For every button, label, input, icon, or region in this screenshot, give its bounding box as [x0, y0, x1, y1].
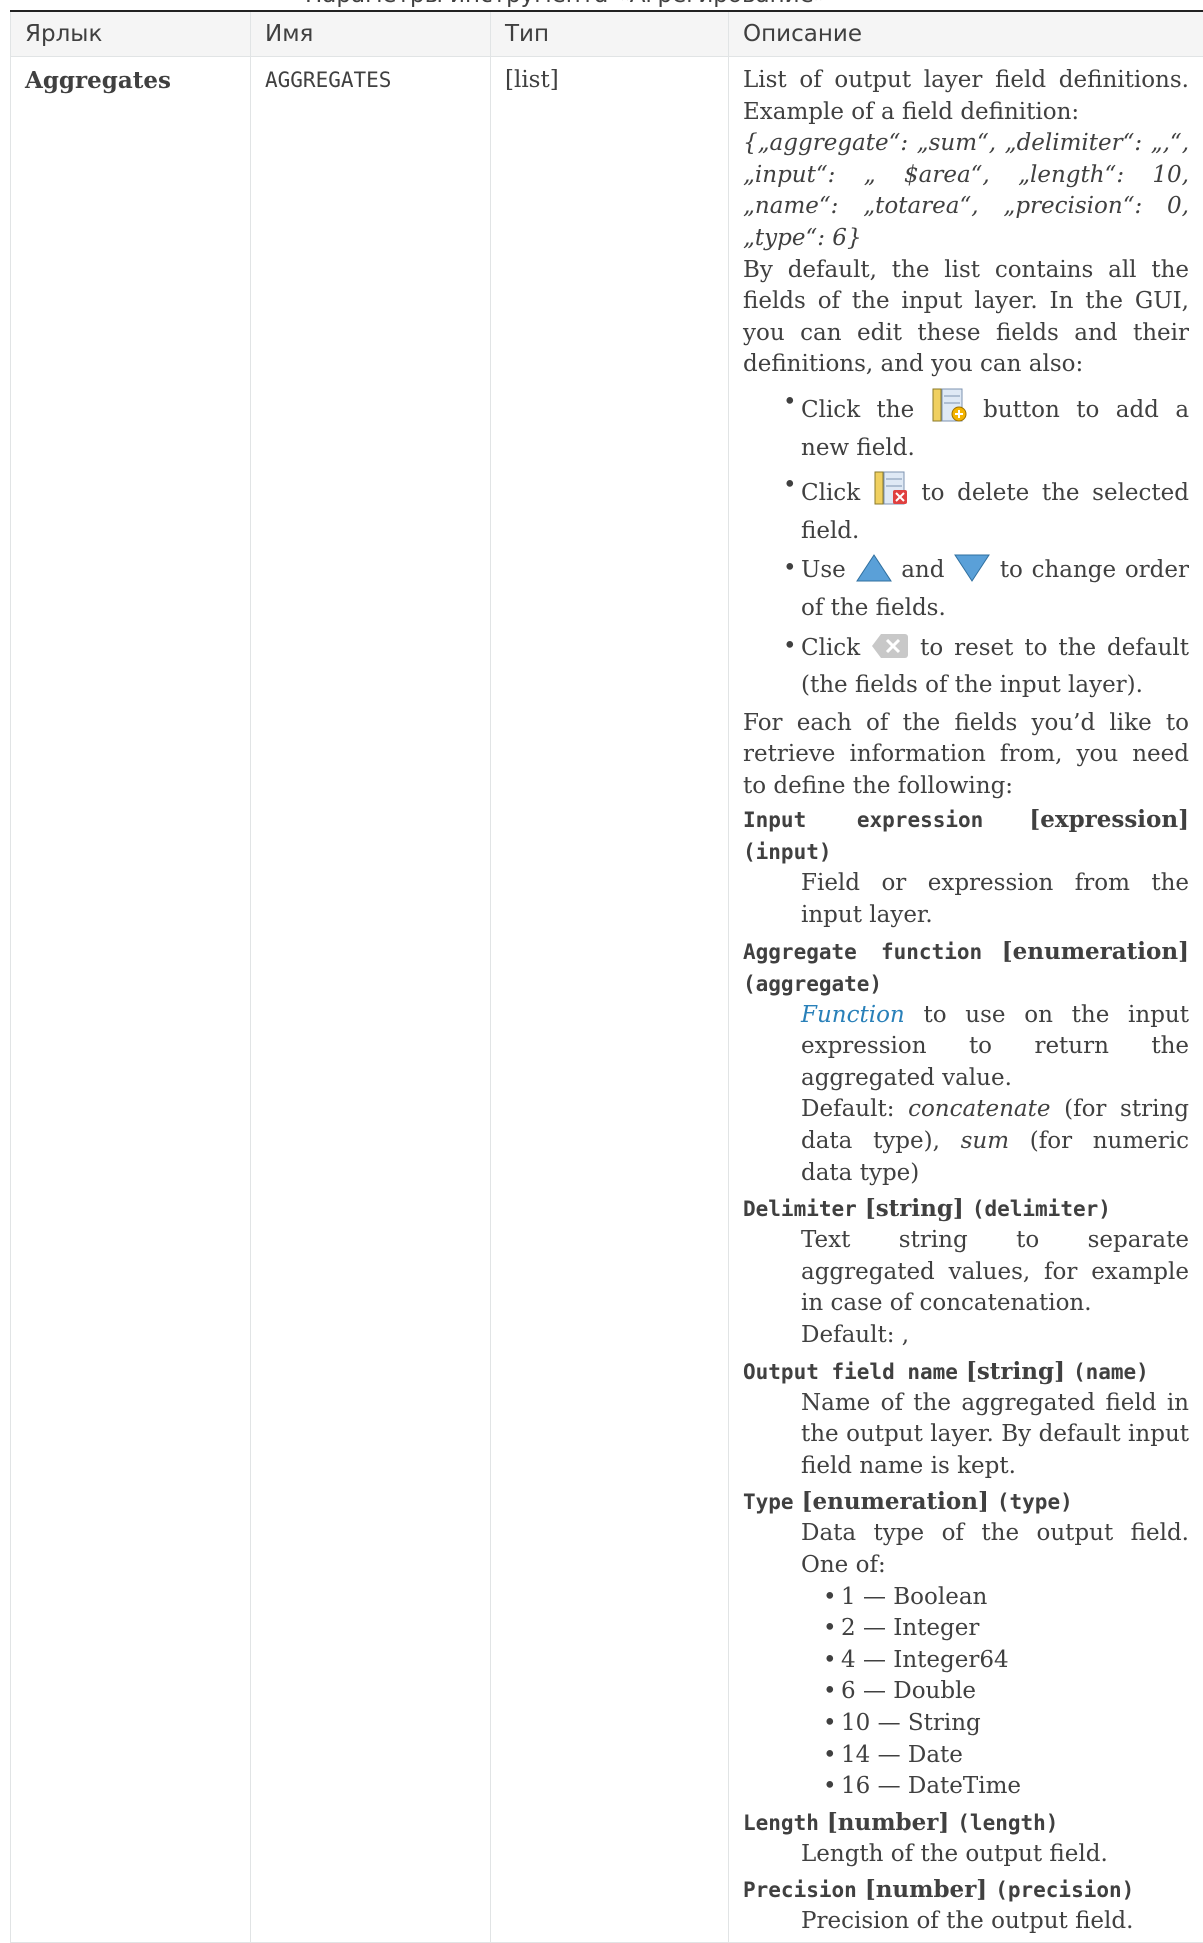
list-item: 10 — String — [841, 1708, 1189, 1740]
list-item: 16 — DateTime — [841, 1771, 1189, 1803]
delete-field-icon — [873, 470, 909, 516]
def-text: sum — [961, 1128, 1009, 1154]
term-type: [string] — [966, 1358, 1065, 1385]
def-text: Default: — [801, 1096, 894, 1122]
clear-icon — [871, 631, 909, 671]
parameters-table: Ярлык Имя Тип Описание Aggregates AGGREG… — [10, 10, 1203, 1943]
item-text: Use — [801, 557, 846, 583]
header-description: Описание — [729, 11, 1203, 57]
field-definitions: Input expression [expression] (input) Fi… — [743, 804, 1189, 1937]
item-text: to reset to the default (the fields of t… — [801, 635, 1189, 699]
list-item: Click to reset to the default (the field… — [801, 631, 1189, 702]
term-type: [expression] — [1029, 806, 1189, 833]
list-item: 4 — Integer64 — [841, 1645, 1189, 1677]
table-header-row: Ярлык Имя Тип Описание — [11, 11, 1203, 57]
def-term-input: Input expression [expression] (input) — [743, 804, 1189, 868]
table-caption: Параметры инструмента «Агрегирование» — [0, 0, 1203, 10]
table-caption-text: Параметры инструмента «Агрегирование» — [305, 0, 828, 8]
type-options-list: 1 — Boolean 2 — Integer 4 — Integer64 6 … — [801, 1582, 1189, 1803]
term-name: Length — [743, 1811, 819, 1835]
def-desc-delimiter: Text string to separate aggregated value… — [801, 1225, 1189, 1351]
def-desc-input: Field or expression from the input layer… — [801, 868, 1189, 931]
list-item: Click to delete the selected field. — [801, 470, 1189, 547]
desc-example: {„aggregate“: „sum“, „delimiter“: „,“, „… — [743, 128, 1189, 254]
def-desc-type: Data type of the output field. One of: 1… — [801, 1518, 1189, 1802]
def-desc-precision: Precision of the output field. — [801, 1906, 1189, 1938]
add-field-icon — [931, 387, 967, 433]
desc-intro: List of output layer field definitions. … — [743, 65, 1189, 128]
list-item: 14 — Date — [841, 1740, 1189, 1772]
list-item: 1 — Boolean — [841, 1582, 1189, 1614]
def-term-delimiter: Delimiter [string] (delimiter) — [743, 1193, 1189, 1225]
def-text: Data type of the output field. One of: — [801, 1520, 1189, 1578]
item-text: Click the — [801, 397, 914, 423]
term-name: Output field name — [743, 1360, 958, 1384]
term-key: (input) — [743, 840, 832, 864]
item-text: Click — [801, 480, 860, 506]
term-type: [number] — [865, 1876, 987, 1903]
term-key: (aggregate) — [743, 972, 882, 996]
desc-following: For each of the fields you’d like to ret… — [743, 708, 1189, 803]
item-text: to delete the selected field. — [801, 480, 1189, 544]
term-type: [string] — [865, 1195, 964, 1222]
def-text: Default: , — [801, 1322, 909, 1348]
list-item: 2 — Integer — [841, 1613, 1189, 1645]
def-term-name: Output field name [string] (name) — [743, 1356, 1189, 1388]
def-term-type: Type [enumeration] (type) — [743, 1486, 1189, 1518]
def-desc-name: Name of the aggregated field in the outp… — [801, 1388, 1189, 1483]
list-item: 6 — Double — [841, 1676, 1189, 1708]
list-item: Click the button to add a new field. — [801, 387, 1189, 464]
param-description: List of output layer field definitions. … — [743, 65, 1189, 1938]
term-type: [enumeration] — [1002, 938, 1189, 965]
term-type: [number] — [827, 1809, 949, 1836]
param-label: Aggregates — [25, 65, 236, 96]
term-key: (name) — [1073, 1360, 1149, 1384]
gui-actions-list: Click the button to add a new field. Cli… — [743, 387, 1189, 702]
item-text: Click — [801, 635, 860, 661]
term-name: Aggregate function — [743, 940, 982, 964]
param-name: AGGREGATES — [265, 65, 476, 96]
def-desc-aggregate: Function to use on the input expression … — [801, 1000, 1189, 1190]
def-term-aggregate: Aggregate function [enumeration] (aggreg… — [743, 936, 1189, 1000]
def-text: concatenate — [908, 1096, 1050, 1122]
arrow-up-icon — [855, 553, 893, 593]
header-label: Ярлык — [11, 11, 251, 57]
def-desc-length: Length of the output field. — [801, 1839, 1189, 1871]
header-name: Имя — [251, 11, 491, 57]
term-key: (length) — [957, 1811, 1058, 1835]
term-name: Precision — [743, 1878, 857, 1902]
term-name: Input expression — [743, 808, 983, 832]
list-item: Use and to change order of the fields. — [801, 553, 1189, 624]
header-type: Тип — [491, 11, 729, 57]
function-link[interactable]: Function — [801, 1002, 905, 1028]
arrow-down-icon — [953, 553, 991, 593]
def-term-precision: Precision [number] (precision) — [743, 1874, 1189, 1906]
def-term-length: Length [number] (length) — [743, 1807, 1189, 1839]
param-type: [list] — [505, 65, 714, 96]
term-name: Delimiter — [743, 1197, 857, 1221]
item-text: and — [901, 557, 944, 583]
term-key: (delimiter) — [972, 1197, 1111, 1221]
term-type: [enumeration] — [802, 1488, 989, 1515]
table-row: Aggregates AGGREGATES [list] List of out… — [11, 57, 1203, 1943]
desc-default: By default, the list contains all the fi… — [743, 255, 1189, 381]
term-key: (type) — [997, 1490, 1073, 1514]
def-text: Text string to separate aggregated value… — [801, 1227, 1189, 1316]
term-name: Type — [743, 1490, 794, 1514]
term-key: (precision) — [995, 1878, 1134, 1902]
